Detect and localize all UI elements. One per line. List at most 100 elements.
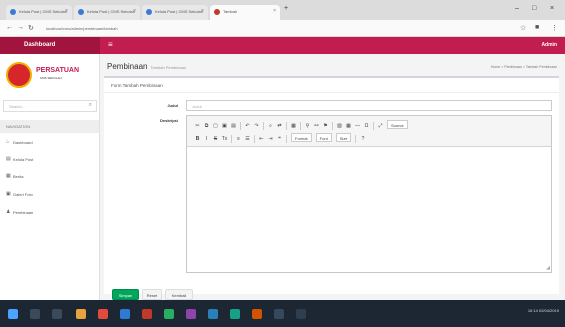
system-tray[interactable]: 10:14 02/04/2019	[528, 308, 559, 313]
browser-tab[interactable]: Kelola Post | CMS Sekolah ×	[74, 5, 140, 20]
sidebar-toggle-icon[interactable]: ≡	[108, 40, 113, 49]
italic-icon[interactable]: I	[202, 135, 211, 144]
search-placeholder: Search...	[9, 104, 26, 109]
blockquote-icon[interactable]: ❝	[275, 135, 284, 144]
start-icon[interactable]	[8, 309, 18, 319]
editor-toolbar: ✂ ⧉ ▢ ▣ ▤ ↶ ↷ ⌕ ⇄ ▦ ⚲ ⚯ ⚑ ▨ ▦ ― Ω ⤢ Source B I S Tx ≡ ☰ ⇤ ⇥ ❝ Forma…	[187, 116, 551, 147]
browser-tab-strip: Kelola Post | CMS Sekolah × Kelola Post …	[0, 0, 565, 20]
deskripsi-label: Deskripsi	[159, 118, 178, 123]
brand[interactable]: Dashboard	[0, 37, 100, 54]
numbered-list-icon[interactable]: ≡	[234, 135, 243, 144]
browser-tab-active[interactable]: Tambah ×	[210, 5, 280, 20]
browser-menu-icon[interactable]: ⋮	[551, 24, 558, 32]
bulleted-list-icon[interactable]: ☰	[243, 135, 252, 144]
taskbar: 10:14 02/04/2019	[0, 300, 565, 327]
close-tab-icon[interactable]: ×	[133, 8, 136, 14]
toolbar-row: B I S Tx ≡ ☰ ⇤ ⇥ ❝ Format Font Size?	[193, 133, 367, 143]
close-tab-icon[interactable]: ×	[273, 8, 276, 14]
font-select[interactable]: Font	[315, 133, 332, 142]
tab-favicon-icon	[78, 9, 84, 15]
bold-icon[interactable]: B	[193, 135, 202, 144]
page-title-text: Pembinaan	[107, 62, 148, 71]
special-char-icon[interactable]: Ω	[362, 122, 371, 131]
task-view-icon[interactable]	[52, 309, 62, 319]
forward-icon[interactable]: →	[17, 24, 24, 31]
help-icon[interactable]: ?	[358, 135, 367, 144]
star-icon[interactable]: ☆	[520, 24, 526, 32]
format-select[interactable]: Format	[291, 133, 312, 142]
breadcrumb[interactable]: Home > Pembinaan > Tambah Pembinaan	[491, 65, 557, 69]
kembali-button[interactable]: Kembali	[165, 289, 193, 300]
search-icon[interactable]: ⌕	[89, 102, 92, 109]
anchor-icon[interactable]: ⚑	[321, 122, 330, 131]
strike-icon[interactable]: S	[211, 135, 220, 144]
page-subtitle: Tambah Pembinaan	[150, 65, 187, 70]
remove-format-icon[interactable]: Tx	[220, 135, 229, 144]
page-title: Pembinaan Tambah Pembinaan	[107, 62, 186, 71]
sidebar-item-dashboard[interactable]: ⌂ Dashboard	[0, 136, 99, 149]
app-icon[interactable]	[120, 309, 130, 319]
school-logo: PERSATUAN CMS SEKOLAH	[6, 62, 96, 88]
sidebar-search-input[interactable]: Search... ⌕	[3, 100, 97, 112]
horizontal-line-icon[interactable]: ―	[353, 122, 362, 131]
clock-time: 10:14	[527, 308, 538, 313]
minimize-button[interactable]: –	[515, 5, 519, 12]
resize-handle-icon[interactable]: ◢	[546, 265, 550, 271]
address-bar: ← → ↻ localhost/cms/admin/pembinaan/tamb…	[0, 20, 565, 37]
judul-label: Judul	[167, 103, 178, 108]
cut-icon[interactable]: ✂	[193, 122, 202, 131]
reset-button[interactable]: Reset	[142, 289, 162, 300]
close-tab-icon[interactable]: ×	[65, 8, 68, 14]
app-icon[interactable]	[142, 309, 152, 319]
maximize-icon[interactable]: ⤢	[376, 122, 385, 131]
browser-tab[interactable]: Kelola Post | CMS Sekolah ×	[6, 5, 72, 20]
app-icon[interactable]	[274, 309, 284, 319]
undo-icon[interactable]: ↶	[243, 122, 252, 131]
paste-word-icon[interactable]: ▤	[229, 122, 238, 131]
table-icon[interactable]: ▦	[344, 122, 353, 131]
sidebar-item-kelola-post[interactable]: ▤ Kelola Post	[0, 153, 99, 166]
app-icon[interactable]	[252, 309, 262, 319]
close-tab-icon[interactable]: ×	[201, 8, 204, 14]
sidebar-item-pembinaan[interactable]: ♟ Pembinaan	[0, 206, 99, 219]
user-menu[interactable]: Admin	[541, 42, 557, 48]
extensions-icon[interactable]: ■	[535, 24, 539, 31]
browser-tab[interactable]: Kelola Post | CMS Sekolah ×	[142, 5, 208, 20]
url-field[interactable]: localhost/cms/admin/pembinaan/tambah	[46, 23, 406, 34]
sidebar-header: NAVIGATION	[0, 120, 99, 133]
maximize-button[interactable]: □	[532, 5, 536, 12]
unlink-icon[interactable]: ⚯	[312, 122, 321, 131]
image-icon[interactable]: ▨	[335, 122, 344, 131]
redo-icon[interactable]: ↷	[252, 122, 261, 131]
search-icon[interactable]	[30, 309, 40, 319]
app-icon[interactable]	[164, 309, 174, 319]
app-icon[interactable]	[230, 309, 240, 319]
image-icon: ▣	[6, 191, 11, 197]
chrome-icon[interactable]	[98, 309, 108, 319]
outdent-icon[interactable]: ⇤	[257, 135, 266, 144]
judul-field[interactable]: Judul	[186, 100, 552, 111]
paste-icon[interactable]: ▢	[211, 122, 220, 131]
sidebar-item-galeri[interactable]: ▣ Galeri Foto	[0, 188, 99, 201]
close-window-button[interactable]: ×	[550, 5, 554, 12]
new-tab-button[interactable]: +	[284, 5, 288, 12]
paste-text-icon[interactable]: ▣	[220, 122, 229, 131]
back-icon[interactable]: ←	[6, 24, 13, 31]
select-all-icon[interactable]: ▦	[289, 122, 298, 131]
size-select[interactable]: Size	[335, 133, 352, 142]
link-icon[interactable]: ⚲	[303, 122, 312, 131]
rich-text-editor[interactable]: ✂ ⧉ ▢ ▣ ▤ ↶ ↷ ⌕ ⇄ ▦ ⚲ ⚯ ⚑ ▨ ▦ ― Ω ⤢ Source B I S Tx ≡ ☰ ⇤ ⇥ ❝ Forma…	[186, 115, 552, 273]
simpan-button[interactable]: Simpan	[112, 289, 139, 300]
app-icon[interactable]	[186, 309, 196, 319]
copy-icon[interactable]: ⧉	[202, 122, 211, 131]
sidebar-item-berita[interactable]: ▦ Berita	[0, 170, 99, 183]
source-button[interactable]: Source	[387, 120, 408, 129]
indent-icon[interactable]: ⇥	[266, 135, 275, 144]
find-icon[interactable]: ⌕	[266, 122, 275, 131]
reload-icon[interactable]: ↻	[28, 24, 34, 32]
file-explorer-icon[interactable]	[76, 309, 86, 319]
app-icon[interactable]	[296, 309, 306, 319]
app-icon[interactable]	[208, 309, 218, 319]
replace-icon[interactable]: ⇄	[275, 122, 284, 131]
newspaper-icon: ▦	[6, 173, 11, 179]
